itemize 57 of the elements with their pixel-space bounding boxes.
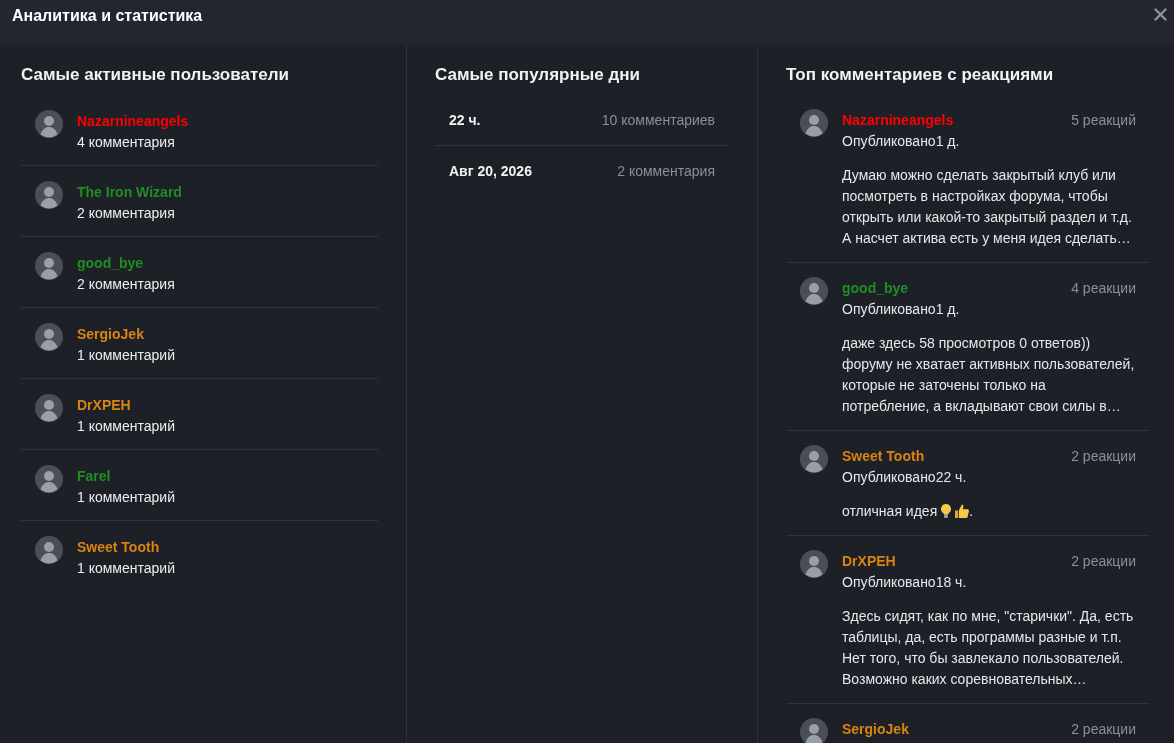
section-heading: Топ комментариев с реакциями [786, 64, 1055, 86]
close-icon [1154, 8, 1167, 21]
avatar-icon [35, 323, 63, 351]
reaction-count: 2 реакции [1071, 553, 1136, 569]
thumbs-up-icon [955, 504, 970, 518]
user-name-link[interactable]: Nazarnineangels [77, 111, 189, 131]
section-heading: Самые активные пользователи [21, 64, 290, 86]
reaction-count: 4 реакции [1071, 280, 1136, 296]
comment-count: 10 комментариев [601, 112, 715, 128]
section-heading: Самые популярные дни [435, 64, 641, 86]
lightbulb-icon [941, 504, 952, 518]
comment-text: Здесь сидят, как по мне, "старички". Да, есть таблицы, да, есть программы разные и т.п. Нет того, что бы завлекало пользователей. Возможно каких соревновательных… [842, 608, 1134, 687]
user-name-link[interactable]: Sweet Tooth [77, 537, 160, 557]
avatar-icon [800, 718, 828, 743]
comment-text: . [969, 503, 974, 519]
avatar-icon [800, 550, 828, 578]
avatar-icon [800, 109, 828, 137]
comment-text: Думаю можно сделать закрытый клуб или посмотреть в настройках форума, чтобы открыть или какой-то закрытый раздел и т.д. А насчет актива есть у меня идея сделать… [842, 167, 1132, 246]
reaction-count: 5 реакций [1071, 112, 1136, 128]
comment-count: 2 комментария [77, 275, 175, 294]
user-name-link[interactable]: Sweet Tooth [842, 446, 925, 466]
comment-count: 4 комментария [77, 133, 175, 152]
user-name-link[interactable]: SergioJek [77, 324, 144, 344]
user-name-link[interactable]: good_bye [77, 253, 144, 273]
user-name-link[interactable]: good_bye [842, 278, 909, 298]
avatar-icon [35, 110, 63, 138]
user-name-link[interactable]: Farel [77, 466, 111, 486]
window-title: Аналитика и статистика [12, 6, 203, 25]
day-label: Авг 20, 2026 [449, 163, 532, 179]
day-label: 22 ч. [449, 112, 481, 128]
comment-count: 1 комментарий [77, 417, 175, 436]
avatar-icon [35, 536, 63, 564]
published-time: Опубликовано1 д. [842, 132, 960, 151]
avatar-icon [35, 181, 63, 209]
comment-count: 2 комментария [77, 204, 175, 223]
published-time: Опубликовано18 ч. [842, 573, 967, 592]
avatar-icon [35, 252, 63, 280]
comment-text: даже здесь 58 просмотров 0 ответов)) форуму не хватает активных пользователей, которые не заточены только на потребление, а вкладывают свои силы в… [842, 335, 1135, 414]
published-time: Опубликовано22 ч. [842, 468, 967, 487]
reaction-count: 2 реакции [1071, 448, 1136, 464]
user-name-link[interactable]: The Iron Wizard [77, 182, 182, 202]
comment-text: отличная идея [842, 503, 938, 519]
comment-count: 2 комментария [617, 163, 715, 179]
comment-count: 1 комментарий [77, 346, 175, 365]
user-name-link[interactable]: SergioJek [842, 719, 909, 739]
avatar-icon [800, 277, 828, 305]
close-button[interactable] [1154, 8, 1167, 21]
reaction-count: 2 реакции [1071, 721, 1136, 737]
user-name-link[interactable]: DrXPEH [77, 395, 131, 415]
comment-count: 1 комментарий [77, 559, 175, 578]
user-name-link[interactable]: DrXPEH [842, 551, 896, 571]
published-time: Опубликовано1 д. [842, 300, 960, 319]
avatar-icon [35, 394, 63, 422]
avatar-icon [800, 445, 828, 473]
comment-count: 1 комментарий [77, 488, 175, 507]
avatar-icon [35, 465, 63, 493]
user-name-link[interactable]: Nazarnineangels [842, 110, 954, 130]
